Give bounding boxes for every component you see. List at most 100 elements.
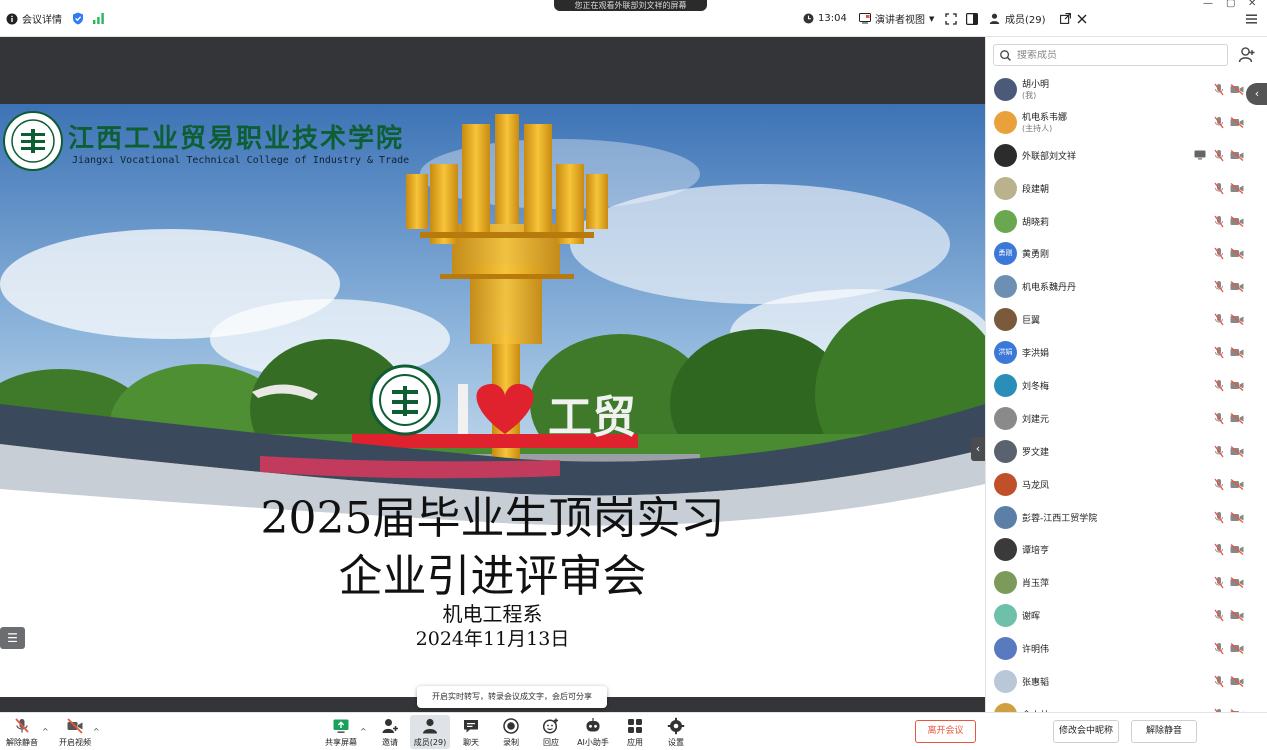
settings-button[interactable]: 设置 (656, 715, 696, 749)
video-off-icon[interactable] (1230, 643, 1244, 655)
member-row[interactable]: 外联部刘文祥 (986, 139, 1267, 172)
video-off-icon[interactable] (1230, 281, 1244, 293)
video-off-icon[interactable] (1230, 676, 1244, 688)
meeting-window: 会议详情 您正在观看外联部刘文祥的屏幕 13:04 演讲者视图 ▼ 成员(29) (0, 0, 1267, 750)
close-window-button[interactable]: ✕ (1248, 0, 1256, 10)
add-member-icon[interactable] (1238, 46, 1256, 64)
leave-meeting-button[interactable]: 离开会议 (915, 720, 976, 743)
muted-mic-icon[interactable] (1213, 675, 1225, 688)
member-row[interactable]: 胡晓莉 (986, 205, 1267, 238)
member-row[interactable]: 彭蓉-江西工贸学院 (986, 501, 1267, 534)
member-name: 彭蓉-江西工贸学院 (1022, 513, 1098, 524)
member-row[interactable]: 许明伟 (986, 632, 1267, 665)
rename-nickname-button[interactable]: 修改会中昵称 (1053, 720, 1119, 743)
muted-mic-icon[interactable] (1213, 412, 1225, 425)
invite-button[interactable]: 邀请 (370, 715, 410, 749)
unmute-all-button[interactable]: 解除静音 (1131, 720, 1197, 743)
member-row[interactable]: 谢晖 (986, 599, 1267, 632)
video-off-icon[interactable] (1230, 412, 1244, 424)
video-off-icon[interactable] (1230, 544, 1244, 556)
member-row[interactable]: 谭培亨 (986, 533, 1267, 566)
member-row[interactable]: 余小林 (986, 698, 1267, 712)
muted-mic-icon[interactable] (1213, 642, 1225, 655)
apps-button[interactable]: 应用 (615, 715, 655, 749)
video-off-icon[interactable] (1230, 149, 1244, 161)
view-mode-dropdown[interactable]: 演讲者视图 ▼ (859, 0, 934, 37)
share-options-chevron[interactable]: ^ (360, 727, 367, 736)
ai-assistant-button[interactable]: AI小助手 (573, 715, 613, 749)
member-row[interactable]: 洪娟 李洪娟 (986, 336, 1267, 369)
member-row[interactable]: 张惠韬 (986, 665, 1267, 698)
mic-options-chevron[interactable]: ^ (42, 727, 49, 736)
network-signal[interactable] (93, 0, 104, 37)
muted-mic-icon[interactable] (1213, 576, 1225, 589)
member-search[interactable] (993, 44, 1228, 66)
muted-mic-icon[interactable] (1213, 478, 1225, 491)
fullscreen-button[interactable] (945, 0, 957, 37)
slide-title-line2: 企业引进评审会 (338, 551, 647, 602)
member-row[interactable]: 机电系韦娜 (主持人) (986, 106, 1267, 139)
video-off-icon[interactable] (1230, 445, 1244, 457)
muted-mic-icon[interactable] (1213, 543, 1225, 556)
muted-mic-icon[interactable] (1213, 280, 1225, 293)
member-row[interactable]: 刘冬梅 (986, 369, 1267, 402)
info-icon (6, 13, 18, 24)
member-name: 胡晓莉 (1022, 217, 1050, 228)
slide-department: 机电工程系 (442, 602, 543, 626)
member-row[interactable]: 勇刚 黄勇刚 (986, 237, 1267, 270)
list-toggle-icon[interactable]: ☰ (0, 627, 25, 649)
record-button[interactable]: 录制 (491, 715, 531, 749)
video-off-icon[interactable] (1230, 610, 1244, 622)
meeting-info-button[interactable]: 会议详情 (6, 0, 62, 37)
video-off-icon[interactable] (1230, 314, 1244, 326)
slide-collapse-arrow[interactable]: ‹ (971, 437, 985, 461)
maximize-window-button[interactable]: ▢ (1226, 0, 1235, 10)
chat-button[interactable]: 聊天 (451, 715, 491, 749)
video-off-icon[interactable] (1230, 84, 1244, 95)
member-row[interactable]: 巨翼 (986, 303, 1267, 336)
muted-mic-icon[interactable] (1213, 609, 1225, 622)
member-name: 谢晖 (1022, 612, 1041, 623)
member-row[interactable]: 机电系魏丹丹 (986, 270, 1267, 303)
layout-toggle-button[interactable] (966, 0, 978, 37)
security-shield[interactable] (72, 0, 84, 37)
reactions-button[interactable]: 回应 (531, 715, 571, 749)
close-panel-button[interactable] (1077, 0, 1087, 37)
muted-mic-icon[interactable] (1213, 83, 1225, 96)
muted-mic-icon[interactable] (1213, 445, 1225, 458)
muted-mic-icon[interactable] (1213, 313, 1225, 326)
member-row[interactable]: 罗文建 (986, 435, 1267, 468)
video-off-icon[interactable] (1230, 116, 1244, 128)
members-panel-header[interactable]: 成员(29) (989, 0, 1046, 37)
member-row[interactable]: 肖玉萍 (986, 566, 1267, 599)
muted-mic-icon[interactable] (1213, 511, 1225, 524)
start-video-button[interactable]: 开启视频 (55, 715, 95, 749)
popout-panel-button[interactable] (1060, 0, 1071, 37)
share-screen-button[interactable]: 共享屏幕 (321, 715, 361, 749)
video-off-icon[interactable] (1230, 215, 1244, 227)
video-off-icon[interactable] (1230, 478, 1244, 490)
muted-mic-icon[interactable] (1213, 116, 1225, 129)
member-row[interactable]: 段建朝 (986, 172, 1267, 205)
video-off-icon[interactable] (1230, 347, 1244, 359)
muted-mic-icon[interactable] (1213, 247, 1225, 260)
video-off-icon[interactable] (1230, 380, 1244, 392)
video-off-icon[interactable] (1230, 577, 1244, 589)
video-off-icon[interactable] (1230, 182, 1244, 194)
video-options-chevron[interactable]: ^ (93, 727, 100, 736)
minimize-window-button[interactable]: — (1203, 0, 1213, 10)
unmute-button[interactable]: 解除静音 (2, 715, 42, 749)
member-name: 李洪娟 (1022, 349, 1050, 360)
members-button[interactable]: 成员(29) (410, 715, 450, 749)
member-search-input[interactable] (1017, 49, 1207, 61)
member-row[interactable]: 马龙凤 (986, 468, 1267, 501)
video-off-icon[interactable] (1230, 248, 1244, 260)
muted-mic-icon[interactable] (1213, 215, 1225, 228)
muted-mic-icon[interactable] (1213, 149, 1225, 162)
muted-mic-icon[interactable] (1213, 379, 1225, 392)
member-row[interactable]: 刘建元 (986, 402, 1267, 435)
muted-mic-icon[interactable] (1213, 346, 1225, 359)
member-row[interactable]: 胡小明 (我) (986, 73, 1267, 106)
video-off-icon[interactable] (1230, 511, 1244, 523)
muted-mic-icon[interactable] (1213, 182, 1225, 195)
